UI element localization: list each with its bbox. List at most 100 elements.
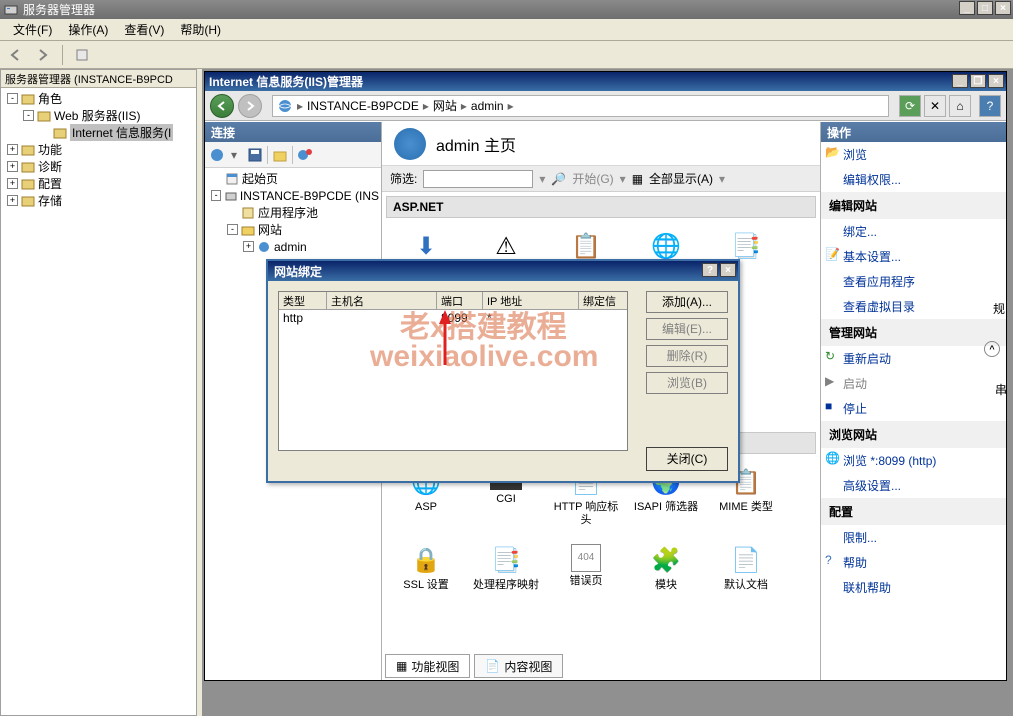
tree-item[interactable]: +存储 [3, 192, 194, 209]
action-bindings[interactable]: 绑定... [821, 219, 1006, 244]
browse-button[interactable]: 浏览(B) [646, 372, 728, 394]
tree-item[interactable]: +诊断 [3, 158, 194, 175]
tree-label: 功能 [38, 141, 62, 158]
connections-tree[interactable]: 起始页-INSTANCE-B9PCDE (INS应用程序池-网站+admin [205, 168, 381, 257]
col-binding[interactable]: 绑定信 [579, 292, 627, 309]
features-icon: ▦ [396, 659, 407, 673]
up-icon[interactable] [272, 147, 288, 163]
connect-icon[interactable] [209, 147, 227, 163]
action-basic-settings[interactable]: 📝 基本设置... [821, 244, 1006, 269]
bc-admin[interactable]: admin [471, 99, 504, 113]
minimize-button[interactable]: _ [959, 1, 975, 15]
binding-row[interactable]: http 8099 * [279, 310, 627, 326]
nav-forward[interactable] [238, 94, 262, 118]
forward-button[interactable] [32, 44, 54, 66]
mdi-max[interactable]: ❐ [970, 74, 986, 88]
mdi-close[interactable]: × [988, 74, 1004, 88]
tree-item[interactable]: - Web 服务器(IIS) [3, 107, 194, 124]
conn-tree-item[interactable]: 起始页 [207, 170, 379, 187]
expand-icon[interactable]: + [7, 144, 18, 155]
showall-label[interactable]: 全部显示(A) [649, 170, 713, 187]
menu-help[interactable]: 帮助(H) [172, 19, 229, 40]
menu-file[interactable]: 文件(F) [5, 19, 60, 40]
go-label[interactable]: 开始(G) [572, 170, 613, 187]
stop-nav-button[interactable]: ✕ [924, 95, 946, 117]
tab-content[interactable]: 📄 内容视图 [474, 654, 563, 678]
back-button[interactable] [5, 44, 27, 66]
expand-icon[interactable]: - [7, 93, 18, 104]
add-button[interactable]: 添加(A)... [646, 291, 728, 313]
conn-tree-item[interactable]: 应用程序池 [207, 204, 379, 221]
tree-item[interactable]: +配置 [3, 175, 194, 192]
tree-item[interactable]: Internet 信息服务(I [3, 124, 194, 141]
tree-item[interactable]: -角色 [3, 90, 194, 107]
action-stop[interactable]: ■ 停止 [821, 396, 1006, 421]
help-nav-button[interactable]: ? [979, 95, 1001, 117]
tab-features[interactable]: ▦ 功能视图 [385, 654, 470, 678]
action-limits[interactable]: 限制... [821, 525, 1006, 550]
config-header: 配置 [821, 498, 1006, 525]
start-icon [224, 171, 240, 187]
refresh-button[interactable]: ⟳ [899, 95, 921, 117]
expand-icon[interactable]: - [23, 110, 34, 121]
server-manager-tree[interactable]: -角色-Web 服务器(IIS)Internet 信息服务(I+功能+诊断+配置… [1, 88, 196, 211]
dialog-help[interactable]: ? [702, 263, 718, 277]
action-start[interactable]: ▶ 启动 [821, 371, 1006, 396]
iis-feature-item[interactable]: 📑处理程序映射 [470, 544, 542, 614]
action-browse[interactable]: 📂 浏览 [821, 142, 1006, 167]
save-icon[interactable] [247, 147, 263, 163]
expand-icon[interactable]: + [7, 161, 18, 172]
tree-node-icon [36, 108, 52, 124]
col-type[interactable]: 类型 [279, 292, 327, 309]
action-help[interactable]: ? 帮助 [821, 550, 1006, 575]
tree-label: Web 服务器(IIS) [54, 107, 140, 124]
mdi-min[interactable]: _ [952, 74, 968, 88]
delete-button[interactable]: 删除(R) [646, 345, 728, 367]
iis-feature-item[interactable]: 🔒SSL 设置 [390, 544, 462, 614]
filter-input[interactable] [423, 170, 533, 188]
bc-server[interactable]: INSTANCE-B9PCDE [307, 99, 419, 113]
maximize-button[interactable]: □ [977, 1, 993, 15]
bindings-grid[interactable]: 类型 主机名 端口 IP 地址 绑定信 http 8099 * [278, 291, 628, 451]
restart-icon: ↻ [825, 349, 839, 363]
help-button[interactable] [71, 44, 93, 66]
conn-tree-item[interactable]: -网站 [207, 221, 379, 238]
expand-icon[interactable]: - [227, 224, 238, 235]
expand-icon[interactable]: + [243, 241, 254, 252]
action-edit-permissions[interactable]: 编辑权限... [821, 167, 1006, 192]
iis-feature-item[interactable]: 🧩模块 [630, 544, 702, 614]
expand-icon[interactable]: + [7, 195, 18, 206]
go-icon[interactable]: 🔎 [551, 172, 566, 186]
expand-icon[interactable]: - [211, 190, 221, 201]
iis-feature-item[interactable]: 404错误页 [550, 544, 622, 614]
action-browse-port[interactable]: 🌐 浏览 *:8099 (http) [821, 448, 1006, 473]
col-ip[interactable]: IP 地址 [483, 292, 579, 309]
showall-icon[interactable]: ▦ [632, 172, 643, 186]
breadcrumb[interactable]: ▸ INSTANCE-B9PCDE ▸ 网站 ▸ admin ▸ [272, 95, 889, 117]
dialog-close-x[interactable]: × [720, 263, 736, 277]
conn-tree-item[interactable]: +admin [207, 238, 379, 255]
edit-button[interactable]: 编辑(E)... [646, 318, 728, 340]
connections-header: 连接 [205, 122, 381, 142]
action-view-vdirs[interactable]: 查看虚拟目录 [821, 294, 1006, 319]
main-titlebar: 服务器管理器 _ □ × [0, 0, 1013, 19]
close-button[interactable]: × [995, 1, 1011, 15]
menu-action[interactable]: 操作(A) [60, 19, 116, 40]
site-add-icon[interactable] [297, 147, 313, 163]
expand-icon[interactable]: + [7, 178, 18, 189]
action-advanced[interactable]: 高级设置... [821, 473, 1006, 498]
action-view-apps[interactable]: 查看应用程序 [821, 269, 1006, 294]
home-nav-button[interactable]: ⌂ [949, 95, 971, 117]
iis-feature-item[interactable]: 📄默认文档 [710, 544, 782, 614]
action-restart[interactable]: ↻ 重新启动 [821, 346, 1006, 371]
col-port[interactable]: 端口 [437, 292, 483, 309]
menu-view[interactable]: 查看(V) [116, 19, 172, 40]
close-button[interactable]: 关闭(C) [646, 447, 728, 471]
tree-item[interactable]: + 功能 [3, 141, 194, 158]
truncated-text: 规 [993, 300, 1005, 317]
col-host[interactable]: 主机名 [327, 292, 437, 309]
nav-back[interactable] [210, 94, 234, 118]
action-online-help[interactable]: 联机帮助 [821, 575, 1006, 600]
conn-tree-item[interactable]: -INSTANCE-B9PCDE (INS [207, 187, 379, 204]
bc-sites[interactable]: 网站 [433, 97, 457, 114]
